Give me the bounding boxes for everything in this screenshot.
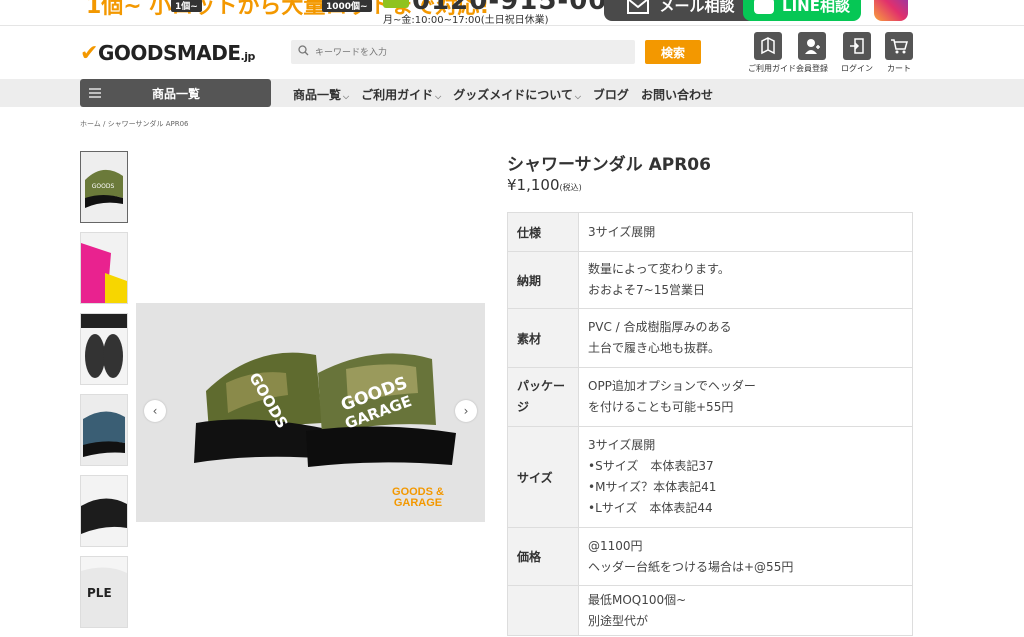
promo-tag-max: 1000個~ [322,0,372,12]
chevron-down-icon: ⌵ [574,92,581,101]
product-price: ¥1,100(税込) [507,176,582,194]
category-menu-button[interactable]: 商品一覧 [80,79,271,107]
chevron-down-icon: ⌵ [343,92,350,101]
spec-row: サイズ 3サイズ展開 •Sサイズ 本体表記37 •Mサイズ？本体表記41 •Lサイズ … [507,426,913,528]
chevron-right-icon: › [463,404,469,418]
spec-table: 仕様 3サイズ展開 納期 数量によって変わります。 おおよそ7~15営業日 素材 … [507,212,913,636]
breadcrumb: ホーム / シャワーサンダル APR06 [80,120,189,128]
breadcrumb-current: シャワーサンダル APR06 [107,120,189,128]
login-link[interactable]: ログイン [837,32,877,74]
next-image-button[interactable]: › [455,400,477,422]
top-banner: 1個~ 小ロットから大量ロットまで対応! 1個~ 1000個~ 0120-915… [0,0,1024,25]
thumbnail-list: GOODS PLE [80,151,128,637]
breadcrumb-home[interactable]: ホーム [80,120,101,128]
mail-icon [627,0,650,14]
hamburger-icon [89,88,101,98]
search-icon [298,45,309,56]
guide-link[interactable]: ご利用ガイド [748,32,796,74]
spec-row: 最低MOQ100個~ 別途型代が [507,585,913,636]
user-add-icon [798,32,826,60]
spec-row: パッケージ OPP追加オプションでヘッダー を付けることも可能+55円 [507,367,913,427]
thumbnail-1[interactable]: GOODS [80,151,128,223]
guide-icon [754,32,782,60]
thumbnail-4[interactable] [80,394,128,466]
svg-text:PLE: PLE [87,586,112,600]
promo-tag-min: 1個~ [171,0,202,12]
main-nav: 商品一覧 商品一覧 ⌵ ご利用ガイド ⌵ グッズメイドについて ⌵ ブログ お問い合わ… [0,79,1024,107]
prev-image-button[interactable]: ‹ [144,400,166,422]
spec-row: 素材 PVC / 合成樹脂厚みのある 土台で履き心地も抜群。 [507,308,913,368]
login-icon [843,32,871,60]
spec-row: 仕様 3サイズ展開 [507,212,913,252]
site-logo[interactable]: ✔GOODSMADE.jp [80,41,255,66]
search-button[interactable]: 検索 [645,40,701,64]
nav-about[interactable]: グッズメイドについて ⌵ [453,86,581,103]
mail-consult-button[interactable]: メール相談 [604,0,758,21]
site-header: ✔GOODSMADE.jp 検索 ご利用ガイド 会員登録 ログイン カート [0,25,1024,79]
line-consult-button[interactable]: LINE相談 [743,0,861,21]
thumbnail-2[interactable] [80,232,128,304]
thumbnail-3[interactable] [80,313,128,385]
business-hours: 月~金:10:00~17:00(土日祝日休業) [383,15,549,25]
product-title: シャワーサンダル APR06 [507,155,711,175]
freedial-icon [383,0,409,8]
search-input[interactable] [291,40,635,64]
thumbnail-6[interactable]: PLE [80,556,128,628]
nav-products[interactable]: 商品一覧 ⌵ [293,86,349,103]
spec-row: 価格 @1100円 ヘッダー台紙をつける場合は+@55円 [507,527,913,586]
product-main-image[interactable]: GOODS GOODS GARAGE GOODS & GARAGE [136,303,485,522]
cart-icon [885,32,913,60]
goods-garage-logo: GOODS & GARAGE [392,486,444,509]
svg-text:GOODS: GOODS [92,183,115,190]
instagram-icon[interactable] [874,0,908,21]
check-logo-icon: ✔ [80,41,98,66]
spec-row: 納期 数量によって変わります。 おおよそ7~15営業日 [507,251,913,309]
chevron-down-icon: ⌵ [435,92,442,101]
register-link[interactable]: 会員登録 [792,32,832,74]
chevron-left-icon: ‹ [152,404,158,418]
thumbnail-5[interactable] [80,475,128,547]
cart-link[interactable]: カート [879,32,919,74]
nav-guide[interactable]: ご利用ガイド ⌵ [361,86,441,103]
nav-blog[interactable]: ブログ [593,86,629,103]
nav-contact[interactable]: お問い合わせ [641,86,713,103]
line-icon [754,0,775,14]
